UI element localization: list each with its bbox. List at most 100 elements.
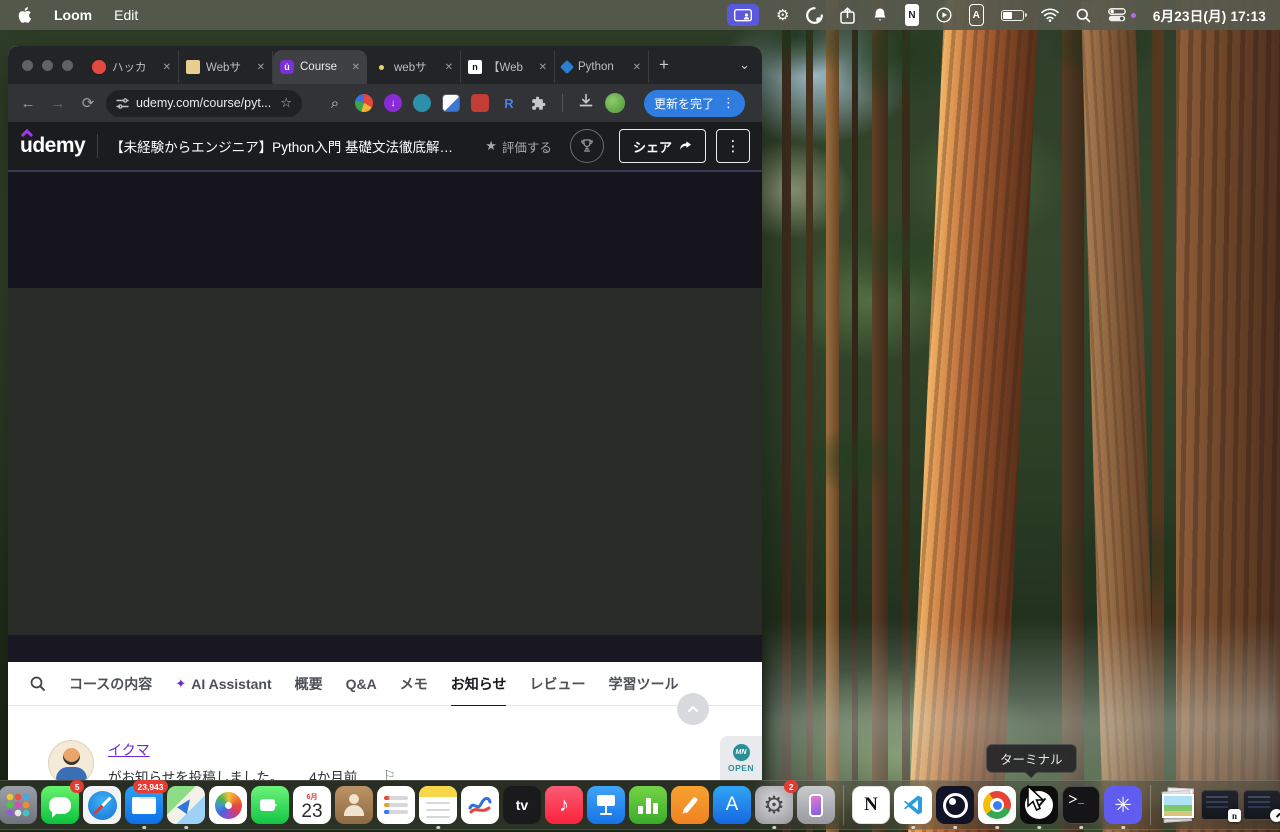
tab-qa[interactable]: Q&A xyxy=(346,662,377,706)
address-bar[interactable]: udemy.com/course/pyt... ☆ xyxy=(106,89,302,117)
search-lens-extension-icon[interactable]: ⌕ xyxy=(326,94,344,112)
browser-tab[interactable]: webサ ✕ xyxy=(367,51,461,83)
share-upload-icon[interactable] xyxy=(840,4,856,26)
dock-vscode[interactable] xyxy=(893,783,933,829)
rate-course-button[interactable]: ★ 評価する xyxy=(485,137,552,156)
dock-notes[interactable] xyxy=(418,783,458,829)
dock-facetime[interactable] xyxy=(250,783,290,827)
tab-learning-tools[interactable]: 学習ツール xyxy=(608,662,678,706)
minimize-window-button[interactable] xyxy=(42,59,53,71)
tab-close-icon[interactable]: ✕ xyxy=(352,62,360,73)
course-search-button[interactable] xyxy=(30,676,46,692)
teal-extension-icon[interactable] xyxy=(413,94,431,112)
instructor-avatar[interactable] xyxy=(48,740,94,780)
tab-search-chevron-icon[interactable]: ⌄ xyxy=(739,57,750,73)
menu-bar-clock[interactable]: 6月23日(月) 17:13 xyxy=(1153,5,1266,25)
settings-menu-icon[interactable]: ⚙ xyxy=(776,4,789,26)
dock-minimized-window-notion[interactable]: n xyxy=(1200,783,1241,827)
dock-launchpad[interactable] xyxy=(0,783,38,827)
tab-close-icon[interactable]: ✕ xyxy=(539,62,547,73)
zoom-window-button[interactable] xyxy=(62,59,73,71)
dock-appstore[interactable]: A xyxy=(712,783,752,827)
video-player-area[interactable] xyxy=(8,288,762,635)
browser-menu-kebab-icon[interactable]: ⋮ xyxy=(722,95,735,111)
dock-contacts[interactable] xyxy=(334,783,374,827)
dock-numbers[interactable] xyxy=(628,783,668,827)
bookmark-star-icon[interactable]: ☆ xyxy=(280,95,292,111)
dock-iphone-mirroring[interactable] xyxy=(796,783,836,827)
browser-tab[interactable]: n 【Web ✕ xyxy=(461,51,555,83)
dock-mail[interactable]: 23,943 xyxy=(124,780,168,829)
profile-avatar[interactable] xyxy=(605,93,625,113)
screen-sharing-status-icon[interactable] xyxy=(726,4,759,26)
tab-close-icon[interactable]: ✕ xyxy=(633,62,641,73)
video-downloader-extension-icon[interactable]: ↓ xyxy=(384,94,402,112)
instructor-link[interactable]: イクマ xyxy=(108,742,150,758)
tab-close-icon[interactable]: ✕ xyxy=(163,62,171,73)
dock-downloads-stack[interactable] xyxy=(1158,783,1198,827)
browser-tab-active[interactable]: û Course ✕ xyxy=(273,50,367,84)
tab-close-icon[interactable]: ✕ xyxy=(257,62,265,73)
window-controls[interactable] xyxy=(8,59,85,71)
active-app-menu[interactable]: Loom xyxy=(54,7,92,23)
downloads-button[interactable] xyxy=(578,93,594,114)
udemy-logo[interactable]: udemy xyxy=(20,129,86,158)
dock-reminders[interactable] xyxy=(376,783,416,827)
site-settings-icon[interactable] xyxy=(116,97,129,110)
dock-photos[interactable] xyxy=(208,783,248,827)
leaderboard-trophy-button[interactable] xyxy=(569,129,604,163)
dock-loom[interactable]: ✳ xyxy=(1103,783,1143,829)
dock-messages[interactable]: 5 xyxy=(40,780,84,827)
spotlight-search-icon[interactable] xyxy=(1076,4,1091,26)
menu-edit[interactable]: Edit xyxy=(114,7,138,23)
notion-menu-icon[interactable]: N xyxy=(905,4,919,26)
dock-obs[interactable] xyxy=(935,783,975,829)
dock-safari[interactable] xyxy=(82,783,122,827)
new-tab-button[interactable]: + xyxy=(659,55,669,75)
scroll-top-button[interactable] xyxy=(677,693,709,725)
dock-keynote[interactable] xyxy=(586,783,626,827)
battery-icon[interactable] xyxy=(1000,4,1027,26)
close-window-button[interactable] xyxy=(22,59,33,71)
browser-tab[interactable]: Webサ ✕ xyxy=(179,51,273,83)
apple-menu[interactable] xyxy=(18,4,32,26)
reload-button[interactable]: ⟳ xyxy=(76,94,100,112)
dock-terminal[interactable]: ＞_ xyxy=(1061,783,1101,829)
dock-freeform[interactable] xyxy=(460,783,500,827)
r-extension-icon[interactable]: R xyxy=(500,94,518,112)
tab-notes[interactable]: メモ xyxy=(400,662,428,706)
back-button[interactable]: ← xyxy=(16,95,40,112)
tab-close-icon[interactable]: ✕ xyxy=(445,62,453,73)
course-options-kebab-button[interactable]: ⋮ xyxy=(716,129,750,163)
dock-chrome[interactable] xyxy=(977,783,1017,829)
tab-course-content[interactable]: コースの内容 xyxy=(69,662,152,706)
chrome-update-button[interactable]: 更新を完了 ⋮ xyxy=(644,89,746,117)
wifi-icon[interactable] xyxy=(1041,4,1059,26)
share-button[interactable]: シェア xyxy=(618,129,706,163)
browser-tab[interactable]: Python ✕ xyxy=(555,51,649,83)
url-text[interactable]: udemy.com/course/pyt... xyxy=(136,96,273,110)
dock-calendar[interactable]: 6月 23 xyxy=(292,783,332,827)
forward-button[interactable]: → xyxy=(46,95,70,112)
dock-appletv[interactable]: tv xyxy=(502,783,542,827)
tab-announcements[interactable]: お知らせ xyxy=(450,662,506,707)
play-status-icon[interactable] xyxy=(936,4,952,26)
video-player-upper[interactable] xyxy=(8,172,762,288)
tab-reviews[interactable]: レビュー xyxy=(529,662,585,706)
dock-system-settings[interactable]: 2 ⚙ xyxy=(754,780,798,829)
control-center-icon[interactable] xyxy=(1108,4,1126,26)
input-source-icon[interactable]: A xyxy=(968,4,984,26)
red-extension-icon[interactable] xyxy=(471,94,489,112)
dock-music[interactable]: ♪ xyxy=(544,783,584,827)
dock-minimized-window-clock[interactable] xyxy=(1242,783,1280,827)
dock-maps[interactable] xyxy=(166,783,206,829)
pinwheel-app-icon[interactable] xyxy=(806,4,824,26)
notification-bell-icon[interactable] xyxy=(872,4,888,26)
pie-extension-icon[interactable] xyxy=(355,94,373,112)
tab-overview[interactable]: 概要 xyxy=(295,662,323,706)
dock-notion[interactable]: N xyxy=(851,783,891,827)
browser-tab[interactable]: ハッカ ✕ xyxy=(85,51,179,83)
tab-ai-assistant[interactable]: ✦ AI Assistant xyxy=(175,662,271,706)
open-widget-badge[interactable]: MN OPEN xyxy=(720,736,762,780)
translate-extension-icon[interactable] xyxy=(442,94,460,112)
